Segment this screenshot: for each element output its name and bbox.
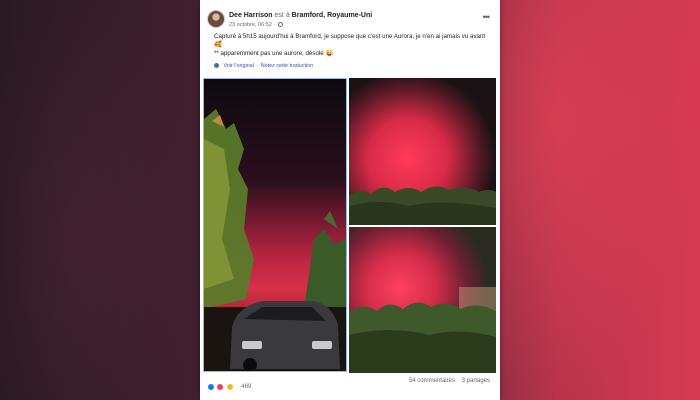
location-link[interactable]: Bramford, Royaume-Uni (292, 12, 373, 19)
post-body: Capturé à 5h15 aujourd'hui à Bramford, j… (214, 33, 488, 58)
comments-link[interactable]: 54 commentaires (409, 378, 455, 384)
author-name[interactable]: Dee Harrison (229, 12, 273, 19)
background-right (490, 0, 700, 400)
engagement-stats: 54 commentaires 3 partages (404, 378, 490, 384)
see-original-link[interactable]: Voir l'original (224, 63, 254, 69)
more-icon[interactable]: ••• (483, 13, 491, 22)
avatar[interactable] (207, 10, 225, 28)
reactions[interactable]: 469 (207, 378, 252, 391)
location-prefix: est à (274, 12, 290, 19)
translation-row: Voir l'original · Notez cette traduction (214, 63, 313, 69)
gear-icon (214, 63, 219, 69)
haha-icon (225, 382, 234, 391)
love-icon (216, 382, 225, 391)
post-text-line-2: ** apparemment pas une aurore, désolé 😜 (214, 49, 334, 57)
photo-car-pink-sky[interactable] (203, 78, 347, 372)
facebook-post: Dee Harrison est à Bramford, Royaume-Uni… (200, 0, 500, 400)
photo-pink-glow-top[interactable] (349, 78, 496, 225)
photo-pink-glow-bottom[interactable] (349, 227, 496, 373)
post-header: Dee Harrison est à Bramford, Royaume-Uni… (207, 10, 493, 32)
post-footer: 469 54 commentaires 3 partages (207, 376, 493, 391)
reaction-count: 469 (241, 383, 252, 390)
globe-icon (277, 22, 283, 28)
separator: · (256, 63, 259, 69)
rate-translation-link[interactable]: Notez cette traduction (261, 63, 313, 69)
author-line: Dee Harrison est à Bramford, Royaume-Uni (229, 12, 372, 19)
timestamp: 23 octobre, 06:52 · (229, 22, 283, 28)
background-left (0, 0, 200, 400)
post-text-line-1: Capturé à 5h15 aujourd'hui à Bramford, j… (214, 33, 486, 49)
like-icon (207, 382, 215, 391)
shares-link[interactable]: 3 partages (462, 378, 490, 384)
timestamp-text[interactable]: 23 octobre, 06:52 · (229, 22, 275, 28)
